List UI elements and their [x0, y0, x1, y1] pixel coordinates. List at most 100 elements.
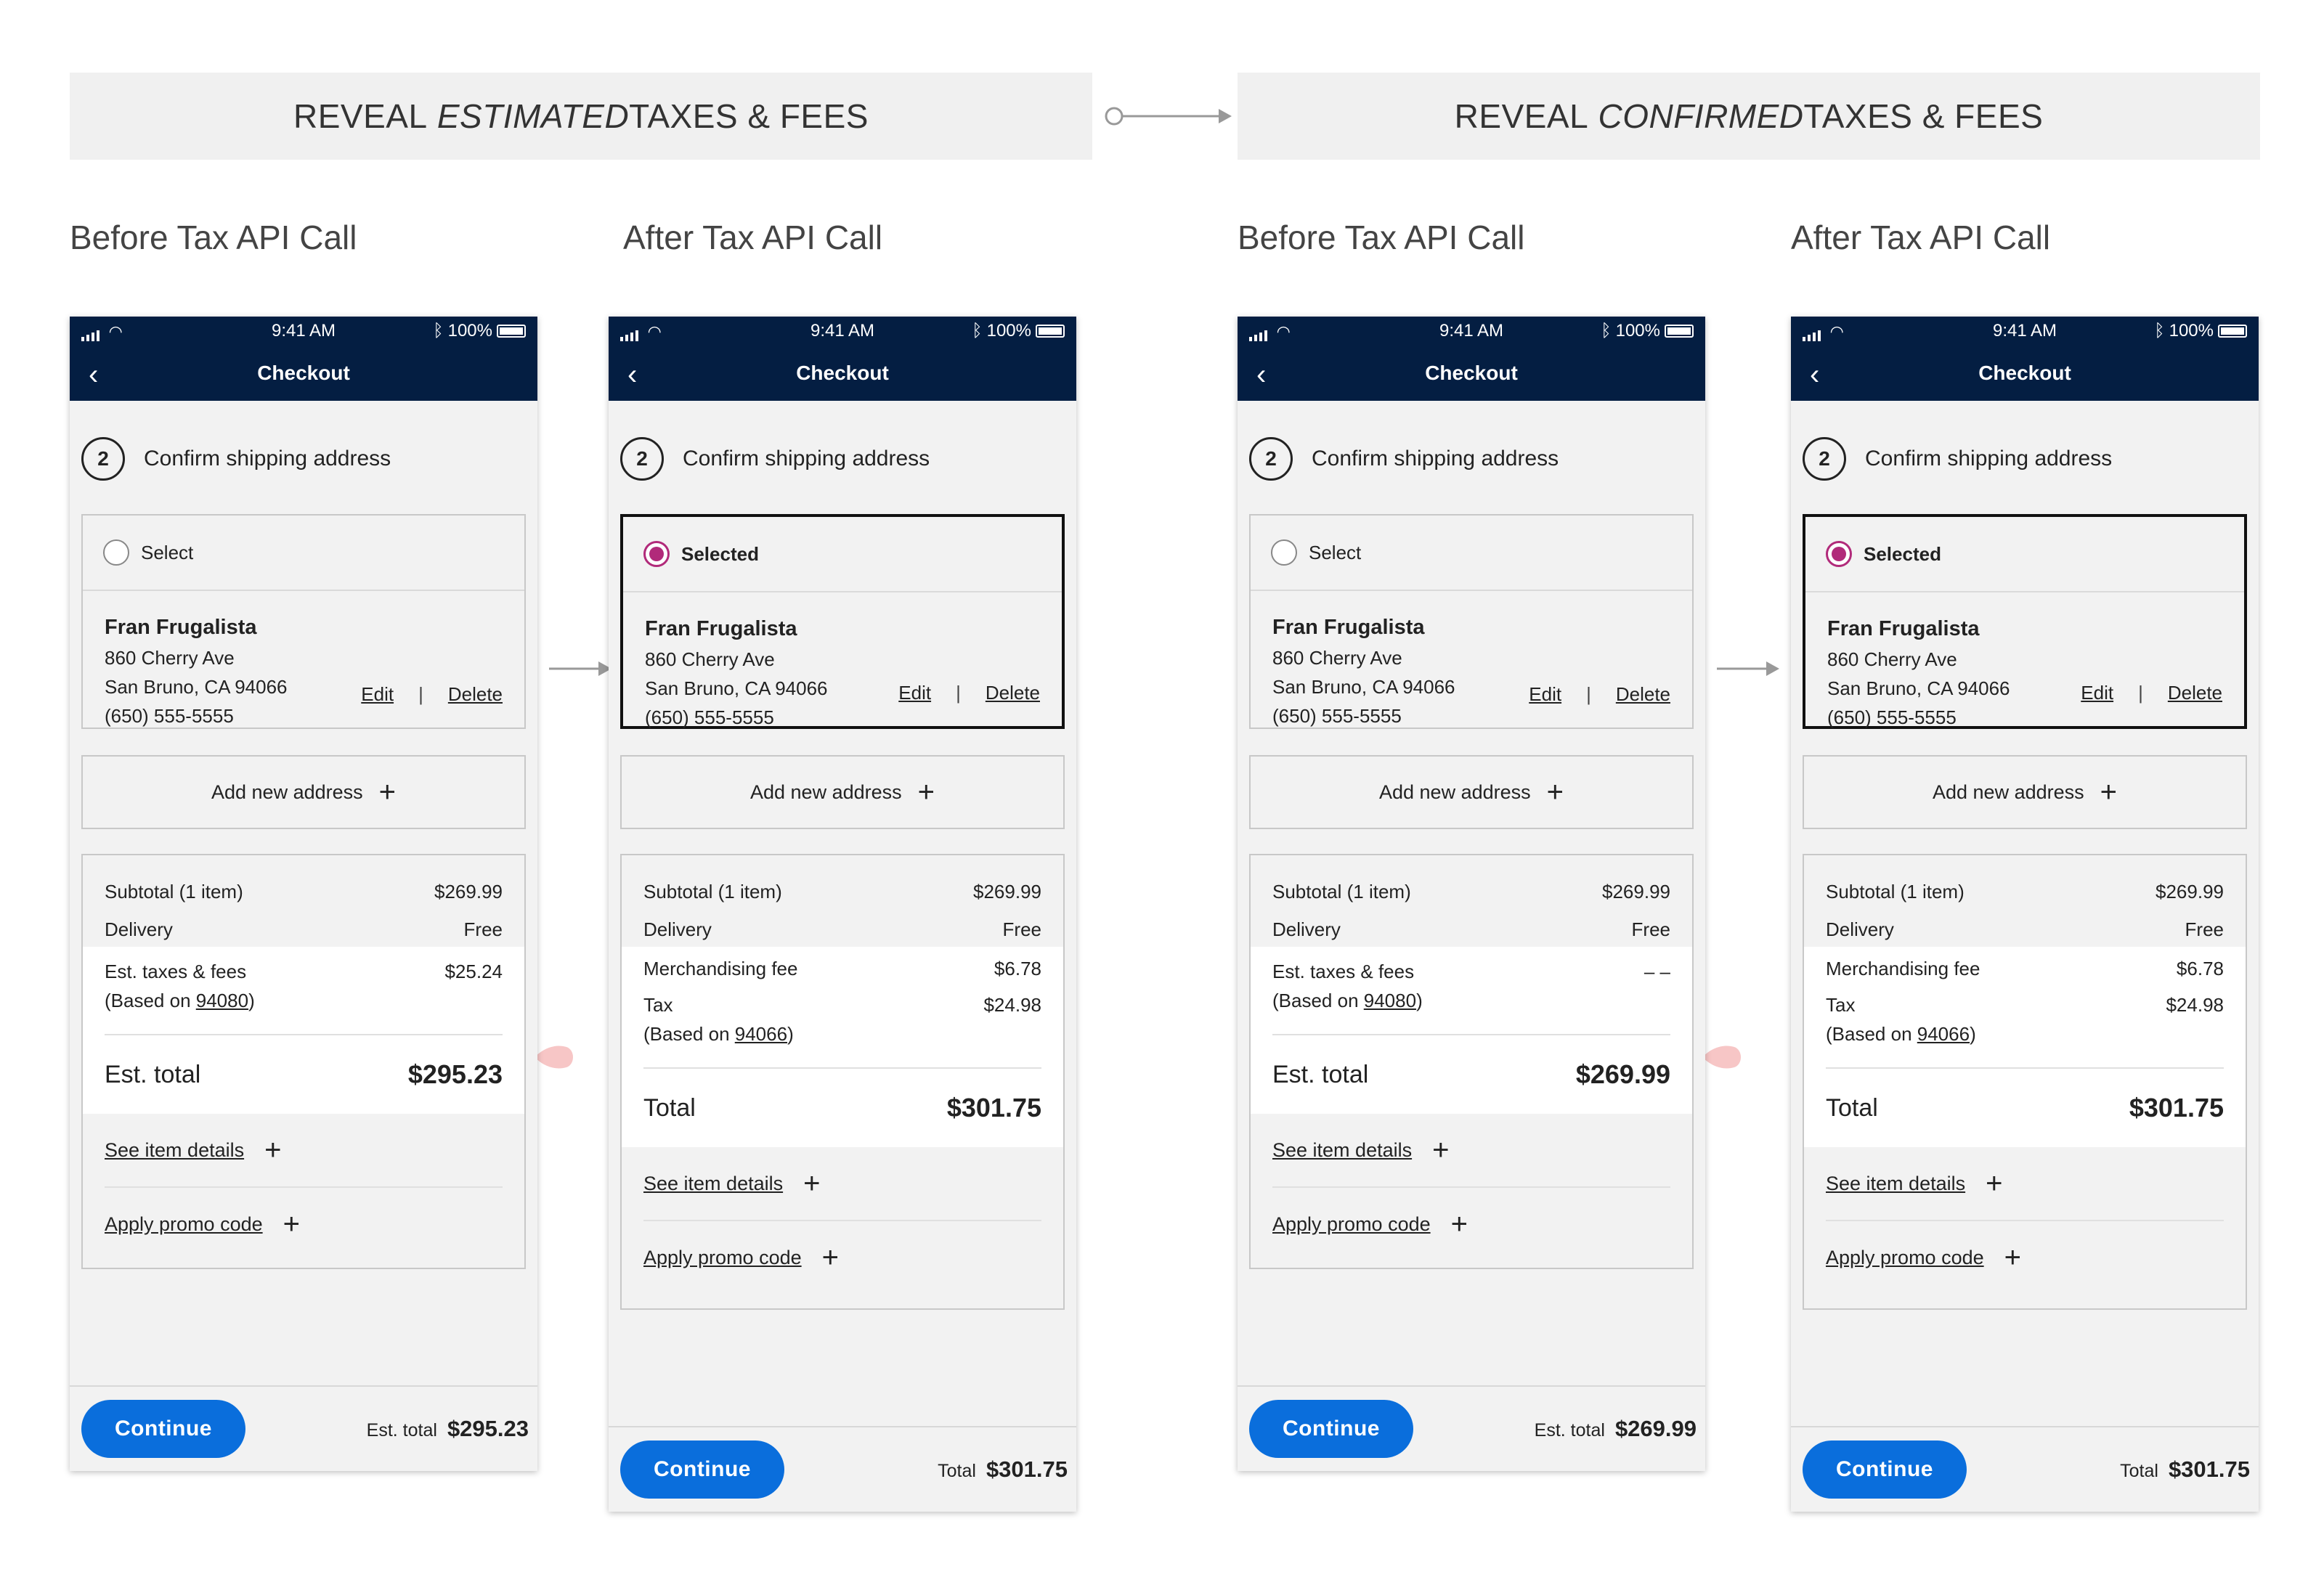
plus-icon[interactable]: + [1451, 1210, 1468, 1239]
delete-link[interactable]: Delete [2168, 682, 2222, 704]
add-address-label: Add new address [1933, 781, 2084, 803]
status-bar: ◠ 9:41 AM ᛒ 100% [1791, 317, 2259, 346]
footer-total-label: Est. total [366, 1420, 437, 1441]
merchandising-fee-label: Merchandising fee [643, 957, 798, 979]
edit-link[interactable]: Edit [361, 683, 394, 706]
signal-icon: ◠ [1249, 321, 1351, 341]
plus-icon[interactable]: + [283, 1210, 300, 1239]
zip-link[interactable]: 94080 [196, 990, 248, 1011]
based-on-prefix: (Based on [105, 990, 196, 1011]
subtotal-value: $269.99 [1602, 880, 1670, 902]
tax-value: $24.98 [983, 994, 1041, 1016]
tax-value: $24.98 [2166, 994, 2224, 1016]
footer-total-label: Est. total [1534, 1420, 1605, 1441]
continue-button[interactable]: Continue [1249, 1400, 1413, 1458]
footer-total-label: Total [938, 1461, 976, 1481]
banner-text-post: TAXES & FEES [629, 97, 869, 135]
address-name: Fran Frugalista [1272, 616, 1425, 639]
radio-button[interactable] [1271, 539, 1297, 566]
add-address-button[interactable]: Add new address + [1249, 755, 1694, 829]
address-card[interactable]: Select Fran Frugalista 860 Cherry Ave Sa… [1249, 514, 1694, 729]
banner-text-emphasis: ESTIMATED [436, 97, 630, 135]
based-on-suffix: ) [248, 990, 255, 1011]
delivery-label: Delivery [643, 918, 712, 940]
delete-link[interactable]: Delete [986, 682, 1040, 704]
edit-link[interactable]: Edit [898, 682, 931, 704]
phone-screen-confirmed-after: ◠ 9:41 AM ᛒ 100% ‹ Checkout 2 Confirm shi… [1791, 317, 2259, 1512]
banner-text-pre: REVEAL [293, 97, 428, 135]
zip-link[interactable]: 94080 [1364, 990, 1416, 1011]
address-phone: (650) 555-5555 [1272, 705, 1402, 727]
nav-title: Checkout [1425, 362, 1518, 384]
continue-button[interactable]: Continue [620, 1441, 784, 1499]
plus-icon[interactable]: + [1986, 1169, 2002, 1198]
back-chevron-icon[interactable]: ‹ [1810, 359, 1819, 391]
order-summary: Subtotal (1 item) $269.99 Delivery Free Me… [620, 854, 1065, 1310]
step-header: 2 Confirm shipping address [81, 437, 391, 481]
transition-arrow-icon [549, 661, 612, 676]
based-on-prefix: (Based on [1272, 990, 1364, 1011]
battery-percent: 100% [447, 321, 492, 341]
bluetooth-icon: ᛒ [2154, 321, 2165, 341]
step-label: Confirm shipping address [1312, 447, 1559, 470]
based-on-suffix: ) [1970, 1023, 1976, 1045]
apply-promo-link[interactable]: Apply promo code [105, 1213, 263, 1236]
subtotal-label: Subtotal (1 item) [105, 880, 243, 902]
edit-link[interactable]: Edit [1529, 683, 1561, 706]
add-address-button[interactable]: Add new address + [81, 755, 526, 829]
continue-button[interactable]: Continue [81, 1400, 245, 1458]
zip-link[interactable]: 94066 [735, 1023, 787, 1045]
total-label: Total [643, 1093, 696, 1122]
add-address-label: Add new address [1379, 781, 1531, 803]
radio-button-selected[interactable] [643, 541, 670, 567]
total-value: $269.99 [1575, 1059, 1670, 1089]
plus-icon[interactable]: + [822, 1243, 839, 1272]
continue-button[interactable]: Continue [1803, 1441, 1967, 1499]
flow-arrow-icon [1105, 107, 1232, 126]
footer-total-label: Total [2120, 1461, 2158, 1481]
plus-icon[interactable]: + [264, 1136, 281, 1165]
battery-percent: 100% [1615, 321, 1660, 341]
battery-percent: 100% [986, 321, 1031, 341]
see-item-details-link[interactable]: See item details [1826, 1173, 1965, 1195]
edit-link[interactable]: Edit [2081, 682, 2113, 704]
address-phone: (650) 555-5555 [1827, 706, 1957, 728]
add-address-button[interactable]: Add new address + [620, 755, 1065, 829]
address-card[interactable]: Selected Fran Frugalista 860 Cherry Ave … [1803, 514, 2247, 729]
plus-icon[interactable]: + [1432, 1136, 1449, 1165]
plus-icon[interactable]: + [2004, 1243, 2021, 1272]
see-item-details-link[interactable]: See item details [1272, 1139, 1412, 1162]
address-card[interactable]: Selected Fran Frugalista 860 Cherry Ave … [620, 514, 1065, 729]
address-name: Fran Frugalista [105, 616, 257, 639]
delete-link[interactable]: Delete [1616, 683, 1670, 706]
radio-button[interactable] [103, 539, 129, 566]
select-label: Select [141, 541, 194, 563]
back-chevron-icon[interactable]: ‹ [89, 359, 98, 391]
zip-link[interactable]: 94066 [1917, 1023, 1970, 1045]
apply-promo-link[interactable]: Apply promo code [1272, 1213, 1431, 1236]
delivery-label: Delivery [1826, 918, 1894, 940]
step-number: 2 [1803, 437, 1846, 481]
apply-promo-link[interactable]: Apply promo code [643, 1247, 802, 1269]
column-heading: After Tax API Call [623, 219, 883, 256]
back-chevron-icon[interactable]: ‹ [627, 359, 637, 391]
see-item-details-link[interactable]: See item details [643, 1173, 783, 1195]
address-street: 860 Cherry Ave [645, 648, 775, 670]
checkout-footer: Continue Total $301.75 [609, 1426, 1076, 1512]
step-label: Confirm shipping address [683, 447, 930, 470]
status-time: 9:41 AM [810, 321, 875, 341]
radio-button-selected[interactable] [1826, 541, 1852, 567]
step-number: 2 [620, 437, 664, 481]
apply-promo-link[interactable]: Apply promo code [1826, 1247, 1984, 1269]
delete-link[interactable]: Delete [448, 683, 503, 706]
see-item-details-link[interactable]: See item details [105, 1139, 244, 1162]
footer-total-value: $269.99 [1614, 1416, 1697, 1441]
transition-arrow-icon [1717, 661, 1779, 676]
address-card[interactable]: Select Fran Frugalista 860 Cherry Ave Sa… [81, 514, 526, 729]
back-chevron-icon[interactable]: ‹ [1256, 359, 1266, 391]
subtotal-value: $269.99 [973, 880, 1041, 902]
add-address-button[interactable]: Add new address + [1803, 755, 2247, 829]
plus-icon[interactable]: + [803, 1169, 820, 1198]
nav-bar: ‹ Checkout [1238, 346, 1705, 401]
banner-text-pre: REVEAL [1454, 97, 1589, 135]
